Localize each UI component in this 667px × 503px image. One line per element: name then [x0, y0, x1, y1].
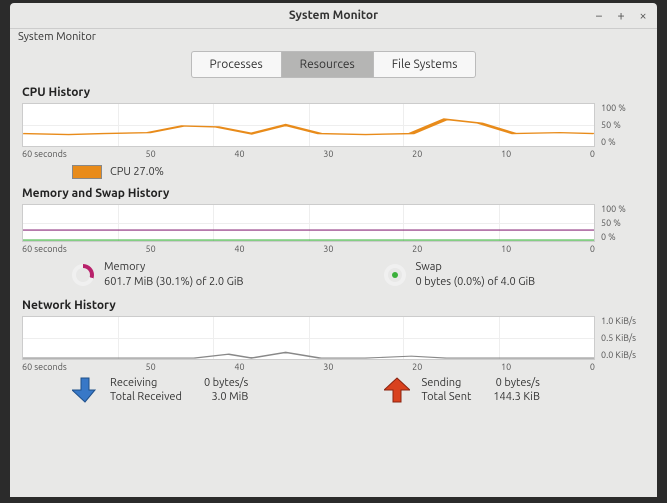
send-total-label: Total Sent	[422, 391, 472, 403]
network-title: Network History	[22, 299, 645, 312]
memory-section: Memory and Swap History 100 % 50 % 0 %	[22, 187, 645, 291]
menu-system-monitor[interactable]: System Monitor	[18, 31, 96, 43]
download-arrow-icon	[72, 376, 98, 404]
send-rate: 0 bytes/s	[493, 377, 540, 389]
memory-y-axis: 100 % 50 % 0 %	[595, 204, 645, 242]
memory-title: Memory and Swap History	[22, 187, 645, 200]
memory-label: Memory	[104, 260, 244, 275]
memory-chart	[22, 204, 595, 242]
menubar: System Monitor	[10, 29, 657, 49]
recv-total: 3.0 MiB	[204, 391, 248, 403]
cpu-chart	[22, 103, 595, 147]
app-window: System Monitor − + × System Monitor Proc…	[10, 3, 657, 497]
window-title: System Monitor	[289, 9, 378, 22]
titlebar: System Monitor − + ×	[10, 3, 657, 29]
network-legend: Receiving 0 bytes/s Total Received 3.0 M…	[22, 376, 645, 404]
recv-label: Receiving	[110, 377, 182, 389]
cpu-section: CPU History 100 % 50 % 0 % 60 seconds504…	[22, 86, 645, 179]
memory-pie-icon	[72, 264, 94, 286]
tab-processes[interactable]: Processes	[191, 51, 281, 78]
minimize-icon[interactable]: −	[591, 8, 607, 24]
send-total: 144.3 KiB	[493, 391, 540, 403]
tab-filesystems[interactable]: File Systems	[374, 51, 477, 78]
swap-label: Swap	[416, 260, 536, 275]
cpu-y-axis: 100 % 50 % 0 %	[595, 103, 645, 147]
cpu-title: CPU History	[22, 86, 645, 99]
cpu-legend: CPU 27.0%	[22, 165, 645, 179]
cpu-swatch-icon	[72, 165, 102, 179]
network-y-axis: 1.0 KiB/s 0.5 KiB/s 0.0 KiB/s	[595, 316, 645, 360]
memory-value: 601.7 MiB (30.1%) of 2.0 GiB	[104, 275, 244, 290]
send-label: Sending	[422, 377, 472, 389]
recv-total-label: Total Received	[110, 391, 182, 403]
content-area: CPU History 100 % 50 % 0 % 60 seconds504…	[10, 78, 657, 497]
memory-x-axis: 60 seconds50403020100	[22, 244, 645, 254]
window-controls: − + ×	[591, 8, 651, 24]
memory-legend: Memory 601.7 MiB (30.1%) of 2.0 GiB Swap…	[22, 260, 645, 291]
tab-resources[interactable]: Resources	[281, 51, 374, 78]
network-chart	[22, 316, 595, 360]
swap-value: 0 bytes (0.0%) of 4.0 GiB	[416, 275, 536, 290]
tab-bar: Processes Resources File Systems	[10, 51, 657, 78]
upload-arrow-icon	[384, 376, 410, 404]
cpu-x-axis: 60 seconds50403020100	[22, 149, 645, 159]
close-icon[interactable]: ×	[635, 8, 651, 24]
maximize-icon[interactable]: +	[613, 8, 629, 24]
recv-rate: 0 bytes/s	[204, 377, 248, 389]
network-section: Network History 1.0 KiB/s 0.5 KiB/s 0.0 …	[22, 299, 645, 404]
network-x-axis: 60 seconds50403020100	[22, 362, 645, 372]
cpu-legend-label: CPU 27.0%	[110, 166, 164, 178]
swap-pie-icon	[384, 264, 406, 286]
